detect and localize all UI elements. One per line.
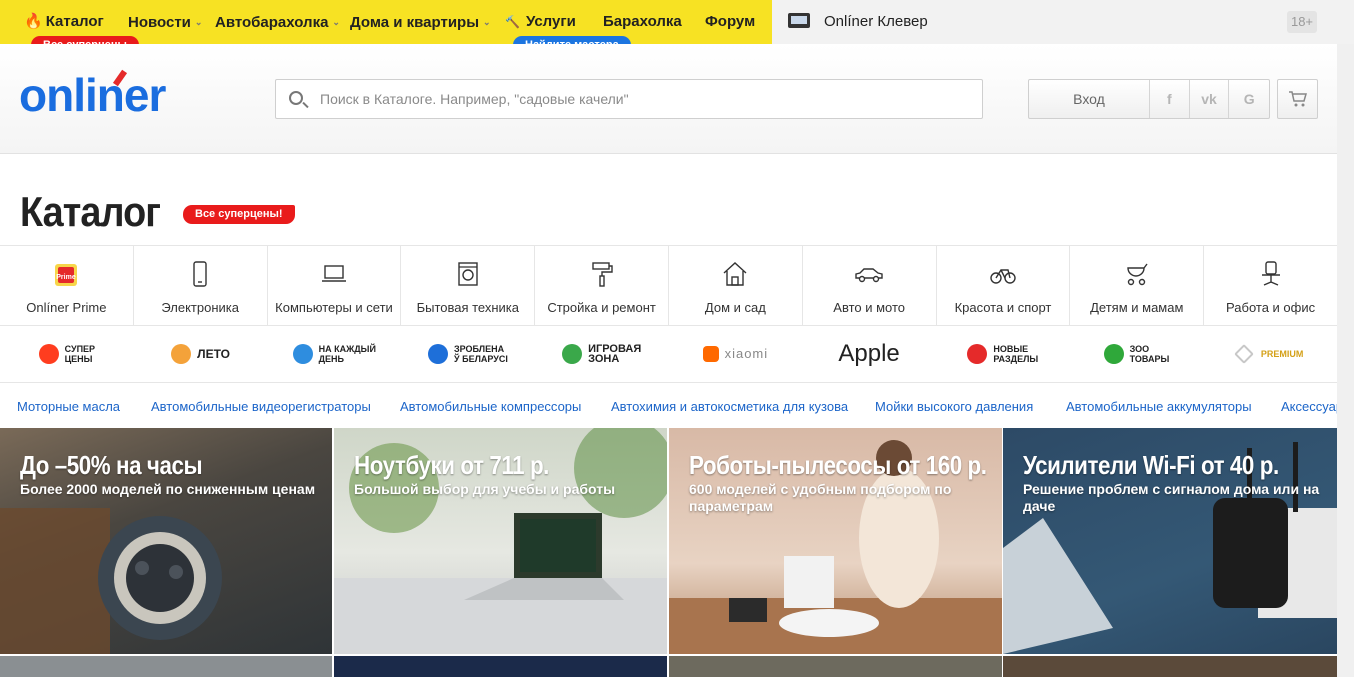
clever-link[interactable]: Onlíner Клевер (788, 0, 928, 44)
promo-everyday[interactable]: На каждый день (267, 326, 401, 382)
stroller-icon (1127, 263, 1148, 286)
nav-news[interactable]: Новости ⌄ (128, 0, 202, 44)
link-compressors[interactable]: Автомобильные компрессоры (400, 399, 581, 414)
bicycle-icon (990, 269, 1016, 284)
tile-laptops[interactable]: Ноутбуки от 711 р. Большой выбор для уче… (334, 428, 667, 654)
flame-icon (38, 344, 59, 364)
facebook-icon[interactable]: f (1150, 80, 1190, 118)
auth-box: Вход f vk G (1028, 79, 1270, 119)
category-computers[interactable]: Компьютеры и сети (268, 246, 402, 325)
promo-premium[interactable]: Premium (1203, 326, 1337, 382)
quick-links: Моторные масла Автомобильные видеорегист… (0, 384, 1337, 428)
prime-icon: Prime (55, 264, 78, 286)
category-building[interactable]: Стройка и ремонт (535, 246, 669, 325)
category-kids[interactable]: Детям и мамам (1070, 246, 1205, 325)
pet-bowl-icon (1103, 344, 1124, 364)
laptop-icon (321, 265, 346, 282)
link-motor-oils[interactable]: Моторные масла (17, 399, 120, 414)
onliner-logo[interactable]: onliner (19, 68, 166, 122)
chevron-down-icon: ⌄ (483, 17, 491, 27)
promo-game-zone[interactable]: Игровая зона (535, 326, 669, 382)
tile-watches[interactable]: До –50% на часы Более 2000 моделей по сн… (0, 428, 332, 654)
header: onliner Вход f vk G (0, 44, 1337, 154)
link-accessories[interactable]: Аксессуары (1281, 399, 1337, 414)
link-car-batteries[interactable]: Автомобильные аккумуляторы (1066, 399, 1252, 414)
category-bar: Prime Onlíner Prime Электроника Компьюте… (0, 245, 1337, 326)
nav-forum[interactable]: Форум (705, 0, 755, 44)
category-auto[interactable]: Авто и мото (803, 246, 937, 325)
vk-icon[interactable]: vk (1190, 80, 1230, 118)
promo-tiles: До –50% на часы Более 2000 моделей по сн… (0, 428, 1337, 677)
basket-icon (292, 344, 313, 364)
chevron-down-icon: ⌄ (332, 17, 340, 27)
superprice-badge[interactable]: Все суперцены! (183, 205, 295, 224)
age-badge: 18+ (1287, 11, 1317, 33)
search-input[interactable] (320, 80, 970, 118)
tile-wifi-extenders[interactable]: Усилители Wi-Fi от 40 р. Решение проблем… (1003, 428, 1337, 654)
category-office[interactable]: Работа и офис (1204, 246, 1337, 325)
category-prime[interactable]: Prime Onlíner Prime (0, 246, 134, 325)
chevron-down-icon: ⌄ (194, 17, 203, 27)
search-icon (289, 91, 303, 105)
car-icon (855, 268, 883, 283)
promo-xiaomi[interactable]: xiaomi (669, 326, 803, 382)
promo-new-sections[interactable]: Новые разделы (936, 326, 1070, 382)
nav-baraholka[interactable]: Барахолка (603, 0, 682, 44)
snowflake-icon (428, 344, 449, 364)
nav-auto[interactable]: Автобарахолка ⌄ (215, 0, 340, 44)
category-electronics[interactable]: Электроника (134, 246, 268, 325)
category-appliances[interactable]: Бытовая техника (401, 246, 536, 325)
promo-bar: Супер цены Лето На каждый день Зроблена … (0, 326, 1337, 383)
phone-icon (193, 261, 207, 287)
promo-made-in-belarus[interactable]: Зроблена ў Беларусі (401, 326, 535, 382)
promo-zoo[interactable]: Зоо товары (1070, 326, 1204, 382)
top-nav: 🔥Каталог Все суперцены Новости⌄ Автобара… (0, 0, 772, 54)
washer-icon (458, 262, 478, 286)
house-icon (723, 262, 747, 286)
tile-row2-4[interactable] (1003, 656, 1337, 677)
tile-row2-1[interactable] (0, 656, 332, 677)
scrollbar[interactable] (1337, 44, 1354, 677)
page-title: Каталог (20, 188, 161, 235)
hammer-icon: 🔨 (505, 15, 520, 29)
xiaomi-logo-icon (702, 346, 719, 362)
promo-apple[interactable]: Apple (802, 326, 936, 382)
cart-icon (1289, 91, 1307, 107)
search-box (275, 79, 983, 119)
paint-roller-icon (591, 262, 613, 287)
clever-card-icon (788, 13, 810, 28)
cart-button[interactable] (1277, 79, 1318, 119)
link-dashcams[interactable]: Автомобильные видеорегистраторы (151, 399, 371, 414)
link-pressure-washers[interactable]: Мойки высокого давления (875, 399, 1033, 414)
sun-icon (171, 344, 192, 364)
nav-realty[interactable]: Дома и квартиры ⌄ (350, 0, 491, 44)
fire-icon: 🔥 (24, 13, 43, 30)
category-beauty-sport[interactable]: Красота и спорт (937, 246, 1071, 325)
promo-superprice[interactable]: Супер цены (0, 326, 134, 382)
login-button[interactable]: Вход (1029, 80, 1150, 118)
tile-row2-3[interactable] (669, 656, 1002, 677)
category-home[interactable]: Дом и сад (669, 246, 803, 325)
new-star-icon (967, 344, 988, 364)
link-car-chemistry[interactable]: Автохимия и автокосметика для кузова (611, 399, 848, 414)
svg-text:Prime: Prime (57, 274, 77, 281)
promo-summer[interactable]: Лето (134, 326, 268, 382)
tile-row2-2[interactable] (334, 656, 667, 677)
office-chair-icon (1261, 261, 1280, 286)
google-icon[interactable]: G (1229, 80, 1269, 118)
top-bar: 🔥Каталог Все суперцены Новости⌄ Автобара… (0, 0, 1354, 54)
tile-robot-vacuums[interactable]: Роботы-пылесосы от 160 р. 600 моделей с … (669, 428, 1002, 654)
gamer-icon (562, 344, 583, 364)
diamond-icon (1234, 344, 1254, 364)
